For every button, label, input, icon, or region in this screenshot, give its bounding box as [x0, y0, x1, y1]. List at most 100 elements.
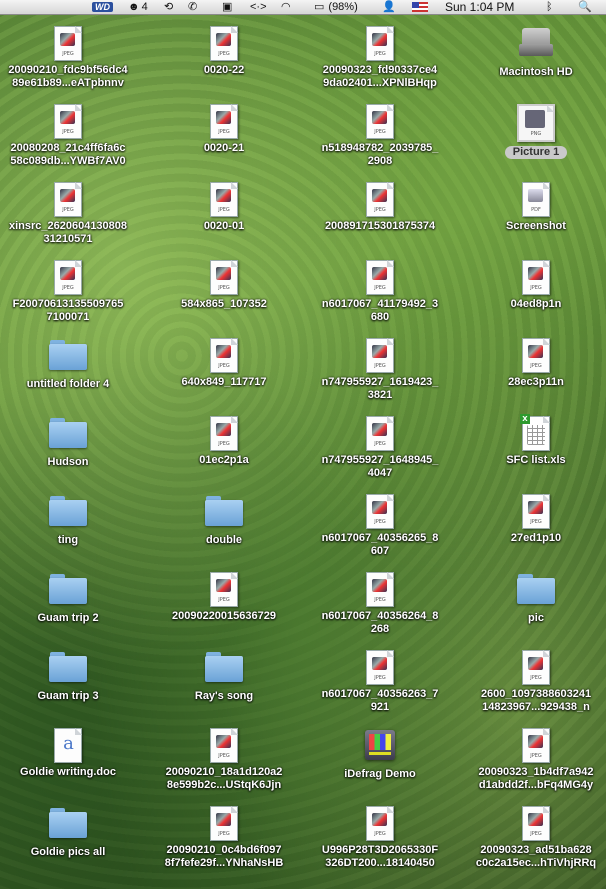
desktop-item[interactable]: a Goldie writing.doc [0, 728, 143, 779]
desktop-item[interactable]: untitled folder 4 [0, 338, 143, 391]
folder-icon [0, 418, 143, 454]
desktop-item-label: 0020-01 [203, 220, 245, 232]
desktop-item-label: n6017067_40356265_8 607 [321, 532, 439, 557]
notification-menu-extra[interactable]: ☻ 4 [128, 0, 148, 14]
badge-count: 4 [141, 1, 148, 13]
jpeg-document-icon: JPEG [461, 338, 606, 374]
desktop-item-label: Macintosh HD [499, 66, 573, 78]
wifi-menu-extra[interactable]: ◠ [281, 0, 291, 14]
clock-menu-extra[interactable]: Sun 1:04 PM [445, 0, 514, 14]
desktop-item[interactable]: Guam trip 3 [0, 650, 143, 703]
clock-text: Sun 1:04 PM [445, 0, 515, 14]
folder-icon [0, 808, 143, 844]
jpeg-document-icon: JPEG [305, 260, 455, 296]
desktop-item[interactable]: JPEG n518948782_2039785_ 2908 [305, 104, 455, 168]
desktop-item-label: iDefrag Demo [344, 768, 416, 780]
desktop-item-label: 01ec2p1a [199, 454, 249, 466]
desktop-item[interactable]: JPEG 20090210_fdc9bf56dc4 89e61b89...eATp… [0, 26, 143, 90]
desktop-item[interactable]: JPEG 27ed1p10 [461, 494, 606, 545]
network-menu-extra[interactable]: <·> [250, 0, 267, 14]
desktop-item-label: Goldie writing.doc [20, 766, 116, 778]
bluetooth-menu-extra[interactable]: ᛒ [546, 0, 553, 14]
desktop-item[interactable]: JPEG 20090210_0c4bd6f097 8f7fefe29f...YNh… [149, 806, 299, 870]
jpeg-document-icon: JPEG [149, 26, 299, 62]
menu-bar: WD ☻ 4 ⟲ ✆ ▣ <·> ◠ ▭ (98%) 👤 Sun 1:04 PM… [0, 0, 606, 15]
desktop-item[interactable]: Macintosh HD [461, 26, 606, 79]
desktop-item[interactable]: JPEG 0020-01 [149, 182, 299, 233]
jpeg-document-icon: JPEG [0, 260, 143, 296]
desktop-item[interactable]: JPEG 20090323_ad51ba628 c0c2a15ec...hTiVh… [461, 806, 606, 870]
jpeg-document-icon: JPEG [0, 182, 143, 218]
pdf-document-icon: PDF [461, 182, 606, 218]
hard-drive-icon [461, 28, 606, 64]
desktop-item[interactable]: JPEG 01ec2p1a [149, 416, 299, 467]
wd-drive-menu-extra[interactable]: WD [92, 0, 113, 14]
desktop-item[interactable]: JPEG 20090220015636729 [149, 572, 299, 623]
search-icon: 🔍 [578, 1, 592, 13]
script-menu-extra[interactable]: ▣ [222, 0, 232, 14]
desktop-item-label: 28ec3p11n [508, 376, 564, 388]
jpeg-document-icon: JPEG [305, 494, 455, 530]
wd-logo-icon: WD [92, 2, 113, 12]
desktop-item[interactable]: JPEG 20090323_1b4df7a942 d1abdd2f...bFq4M… [461, 728, 606, 792]
desktop-item[interactable]: Guam trip 2 [0, 572, 143, 625]
folder-icon [0, 496, 143, 532]
desktop-item[interactable]: JPEG n747955927_1619423_ 3821 [305, 338, 455, 402]
desktop-item[interactable]: pic [461, 572, 606, 625]
desktop-item[interactable]: JPEG 2600_1097388603241 14823967...929438… [461, 650, 606, 714]
desktop-item[interactable]: JPEG 28ec3p11n [461, 338, 606, 389]
desktop-item[interactable]: iDefrag Demo [305, 728, 455, 781]
desktop-item[interactable]: double [149, 494, 299, 547]
desktop-item[interactable]: JPEG xinsrc_2620604130808 31210571 [0, 182, 143, 246]
desktop-item-label: SFC list.xls [506, 454, 566, 466]
desktop-item[interactable]: Ray's song [149, 650, 299, 703]
desktop-item-label: 27ed1p10 [510, 532, 562, 544]
desktop-item[interactable]: JPEG 0020-22 [149, 26, 299, 77]
desktop-item[interactable]: X SFC list.xls [461, 414, 606, 467]
jpeg-document-icon: JPEG [149, 728, 299, 764]
desktop-item[interactable]: JPEG 20090323_fd90337ce4 9da02401...XPNlB… [305, 26, 455, 90]
time-machine-menu-extra[interactable]: ⟲ [164, 0, 173, 14]
folder-icon [149, 496, 299, 532]
desktop-item[interactable]: Goldie pics all [0, 806, 143, 859]
desktop-item-label: 640x849_117717 [181, 376, 267, 388]
desktop-item[interactable]: JPEG 584x865_107352 [149, 260, 299, 311]
desktop-item-label: xinsrc_2620604130808 31210571 [8, 220, 128, 245]
jpeg-document-icon: JPEG [305, 806, 455, 842]
desktop-item[interactable]: ting [0, 494, 143, 547]
folder-icon [0, 652, 143, 688]
desktop-item[interactable]: JPEG 20090210_18a1d120a2 8e599b2c...UStqK… [149, 728, 299, 792]
desktop-item[interactable]: JPEG 200891715301875374 [305, 182, 455, 233]
jpeg-document-icon: JPEG [305, 26, 455, 62]
input-menu-extra[interactable] [412, 0, 428, 14]
jpeg-document-icon: JPEG [0, 104, 143, 140]
desktop-item[interactable]: JPEG n747955927_1648945_ 4047 [305, 416, 455, 480]
desktop-item[interactable]: PNG Picture 1 [461, 104, 606, 159]
desktop-item-label: 20090210_18a1d120a2 8e599b2c...UStqK6Jjn [165, 766, 283, 791]
jpeg-document-icon: JPEG [149, 260, 299, 296]
desktop-item[interactable]: JPEG 640x849_117717 [149, 338, 299, 389]
desktop-item[interactable]: JPEG 0020-21 [149, 104, 299, 155]
desktop-item-label: 20090210_0c4bd6f097 8f7fefe29f...YNhaNsH… [164, 844, 284, 869]
desktop-item[interactable]: JPEG n6017067_40356265_8 607 [305, 494, 455, 558]
desktop-item[interactable]: Hudson [0, 416, 143, 469]
phone-menu-extra[interactable]: ✆ [188, 0, 197, 14]
desktop-item[interactable]: JPEG U996P28T3D2065330F 326DT200...181404… [305, 806, 455, 870]
phone-icon: ✆ [188, 1, 198, 13]
arrows-icon: <·> [250, 1, 267, 13]
desktop-item-label: 20090323_fd90337ce4 9da02401...XPNlBHqp [322, 64, 438, 89]
desktop-item[interactable]: JPEG n6017067_40356264_8 268 [305, 572, 455, 636]
desktop-item[interactable]: PDF Screenshot [461, 182, 606, 233]
desktop-item[interactable]: JPEG F20070613135509765 7100071 [0, 260, 143, 324]
folder-icon [461, 574, 606, 610]
user-menu-extra[interactable]: 👤 [382, 0, 396, 14]
desktop-item[interactable]: JPEG 20080208_21c4ff6fa6c 58c089db...YWBf… [0, 104, 143, 168]
desktop-item[interactable]: JPEG 04ed8p1n [461, 260, 606, 311]
battery-icon: ▭ [314, 1, 325, 13]
desktop-item-label: 584x865_107352 [181, 298, 267, 310]
battery-menu-extra[interactable]: ▭ (98%) [314, 0, 358, 14]
desktop-item-label: 20090220015636729 [171, 610, 276, 622]
spotlight-button[interactable]: 🔍 [578, 0, 592, 14]
desktop-item[interactable]: JPEG n6017067_40356263_7 921 [305, 650, 455, 714]
desktop-item[interactable]: JPEG n6017067_41179492_3 680 [305, 260, 455, 324]
